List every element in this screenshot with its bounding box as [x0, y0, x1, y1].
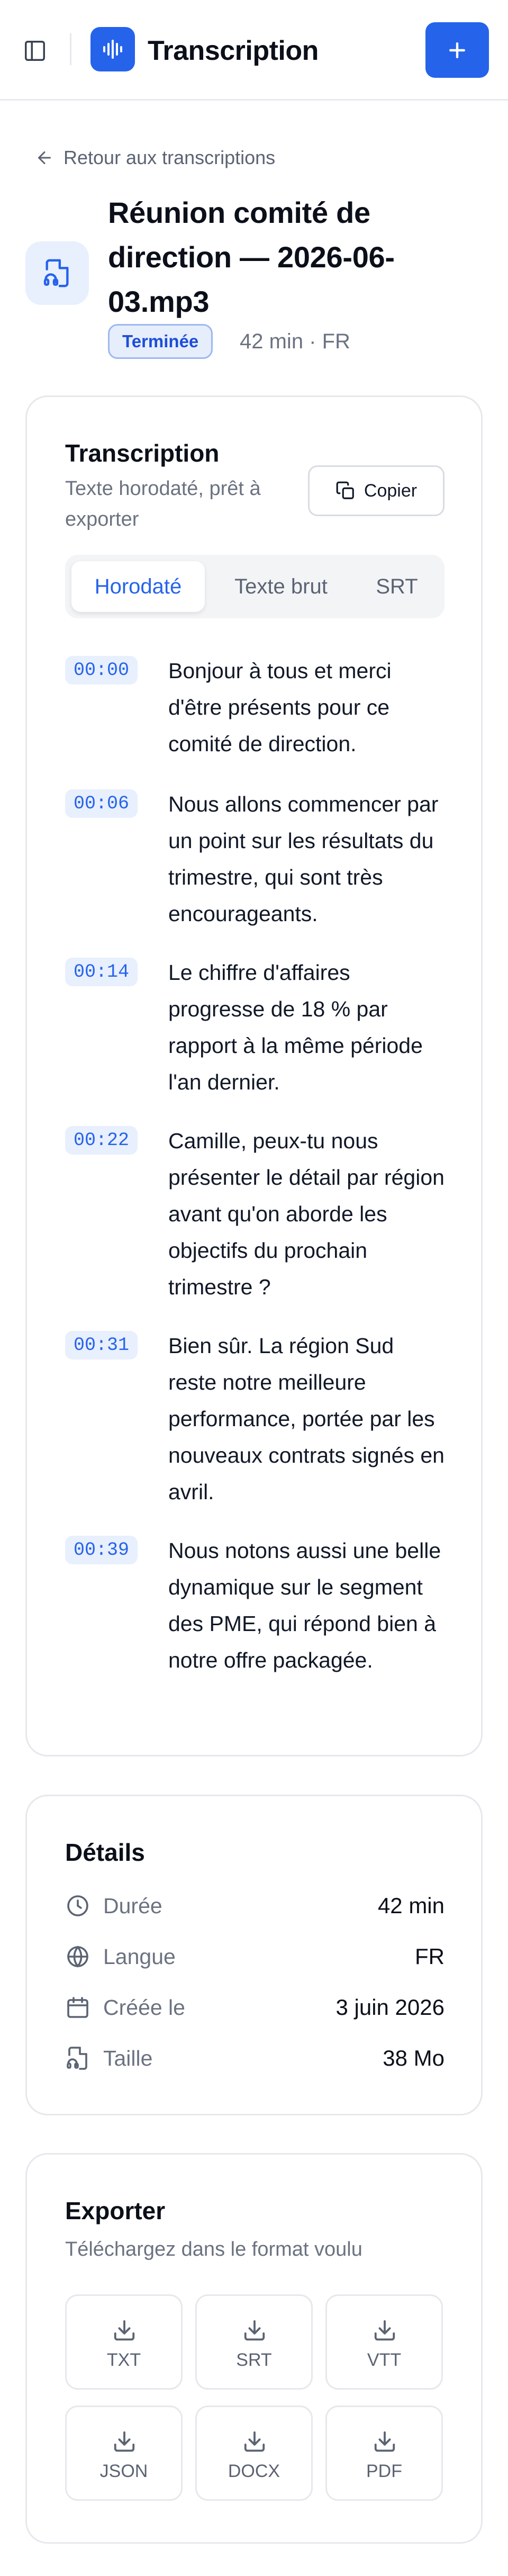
transcript-segment: 00:14 Le chiffre d'affaires progresse de… [65, 954, 444, 1101]
timestamp-badge[interactable]: 00:39 [65, 1536, 138, 1564]
download-icon [114, 2320, 135, 2341]
top-bar: Transcription [0, 0, 508, 101]
export-vtt-button[interactable]: VTT [325, 2294, 443, 2390]
detail-row-language: Langue FR [65, 1941, 444, 1972]
detail-row-created: Créée le 3 juin 2026 [65, 1992, 444, 2023]
segment-text: Bien sûr. La région Sud reste notre meil… [168, 1334, 444, 1504]
panel-left-icon [25, 41, 45, 61]
file-audio-icon [43, 259, 69, 287]
copy-icon [336, 481, 354, 499]
detail-value: 42 min [377, 1893, 444, 1918]
export-pdf-button[interactable]: PDF [325, 2406, 443, 2501]
download-icon [114, 2431, 135, 2452]
export-json-button[interactable]: JSON [65, 2406, 183, 2501]
export-format-label: VTT [367, 2350, 402, 2370]
detail-row-duration: Durée 42 min [65, 1890, 444, 1922]
export-format-label: PDF [366, 2461, 402, 2481]
detail-row-size: Taille 38 Mo [65, 2042, 444, 2074]
timestamp-badge[interactable]: 00:00 [65, 656, 138, 684]
plus-icon [449, 42, 466, 58]
export-srt-button[interactable]: SRT [195, 2294, 313, 2390]
back-link-label: Retour aux transcriptions [64, 147, 276, 168]
transcript-segment: 00:39 Nous notons aussi une belle dynami… [65, 1533, 444, 1715]
download-icon [244, 2320, 265, 2341]
transcription-card-subtitle: Texte horodaté, prêt à exporter [65, 478, 261, 530]
audio-waveform-icon [103, 40, 122, 59]
transcript-segment: 00:06 Nous allons commencer par un point… [65, 786, 444, 932]
export-format-label: TXT [106, 2350, 141, 2370]
transcript-segment: 00:31 Bien sûr. La région Sud reste notr… [65, 1328, 444, 1510]
export-card-subtitle: Téléchargez dans le format voulu [65, 2238, 362, 2260]
detail-label: Durée [103, 1893, 162, 1918]
details-card-title: Détails [65, 1839, 145, 1866]
timestamp-badge[interactable]: 00:22 [65, 1126, 138, 1155]
transcript-segment: 00:22 Camille, peux-tu nous présenter le… [65, 1123, 444, 1305]
export-card-title: Exporter [65, 2197, 166, 2224]
timestamp-badge[interactable]: 00:31 [65, 1331, 138, 1359]
detail-value: FR [415, 1944, 444, 1969]
export-txt-button[interactable]: TXT [65, 2294, 183, 2390]
clock-icon [67, 1895, 88, 1916]
arrow-left-icon [38, 151, 51, 164]
export-format-label: SRT [236, 2350, 272, 2370]
segment-text: Nous notons aussi une belle dynamique su… [168, 1538, 441, 1672]
copy-button-label: Copier [364, 480, 418, 501]
export-docx-button[interactable]: DOCX [195, 2406, 313, 2501]
calendar-icon [67, 1997, 88, 2018]
copy-button[interactable]: Copier [308, 465, 444, 516]
app-logo [90, 27, 135, 71]
app-title: Transcription [148, 35, 319, 66]
transcription-card-title: Transcription [65, 439, 220, 467]
download-icon [244, 2431, 265, 2452]
detail-label: Taille [103, 2046, 153, 2070]
tab-timestamped[interactable]: Horodaté [71, 561, 205, 612]
timestamp-badge[interactable]: 00:14 [65, 958, 138, 986]
download-icon [374, 2431, 395, 2452]
transcription-card: Transcription Texte horodaté, prêt à exp… [25, 395, 483, 1757]
status-badge: Terminée [108, 324, 213, 359]
segment-text: Camille, peux-tu nous présenter le détai… [168, 1129, 444, 1299]
globe-icon [67, 1945, 88, 1968]
segment-text: Nous allons commencer par un point sur l… [168, 792, 439, 926]
view-tabs: Horodaté Texte brut SRT [65, 555, 444, 618]
file-meta: 42 min · FR [240, 330, 350, 353]
file-title: Réunion comité de direction — 2026-06-03… [108, 196, 395, 318]
tab-srt[interactable]: SRT [356, 561, 438, 612]
file-audio-icon [67, 2047, 87, 2070]
segment-text: Le chiffre d'affaires progresse de 18 % … [168, 960, 423, 1094]
export-card: Exporter Téléchargez dans le format voul… [25, 2153, 483, 2544]
timestamp-badge[interactable]: 00:06 [65, 789, 138, 818]
header-divider [70, 33, 71, 65]
export-format-label: DOCX [228, 2461, 280, 2481]
tab-plain-text[interactable]: Texte brut [216, 561, 346, 612]
download-icon [374, 2320, 395, 2341]
sidebar-toggle-button[interactable] [19, 35, 51, 67]
export-format-label: JSON [99, 2461, 148, 2481]
back-to-transcriptions-link[interactable]: Retour aux transcriptions [35, 146, 275, 169]
new-transcription-button[interactable] [425, 22, 489, 78]
detail-label: Créée le [103, 1995, 185, 2020]
detail-value: 38 Mo [383, 2046, 444, 2070]
segment-text: Bonjour à tous et merci d'être présents … [168, 659, 392, 756]
detail-value: 3 juin 2026 [335, 1995, 444, 2020]
file-icon-tile [25, 241, 89, 305]
details-card: Détails Durée 42 min Langue FR Créée le … [25, 1795, 483, 2115]
transcript-segment: 00:00 Bonjour à tous et merci d'être pré… [65, 653, 444, 764]
detail-label: Langue [103, 1944, 176, 1969]
